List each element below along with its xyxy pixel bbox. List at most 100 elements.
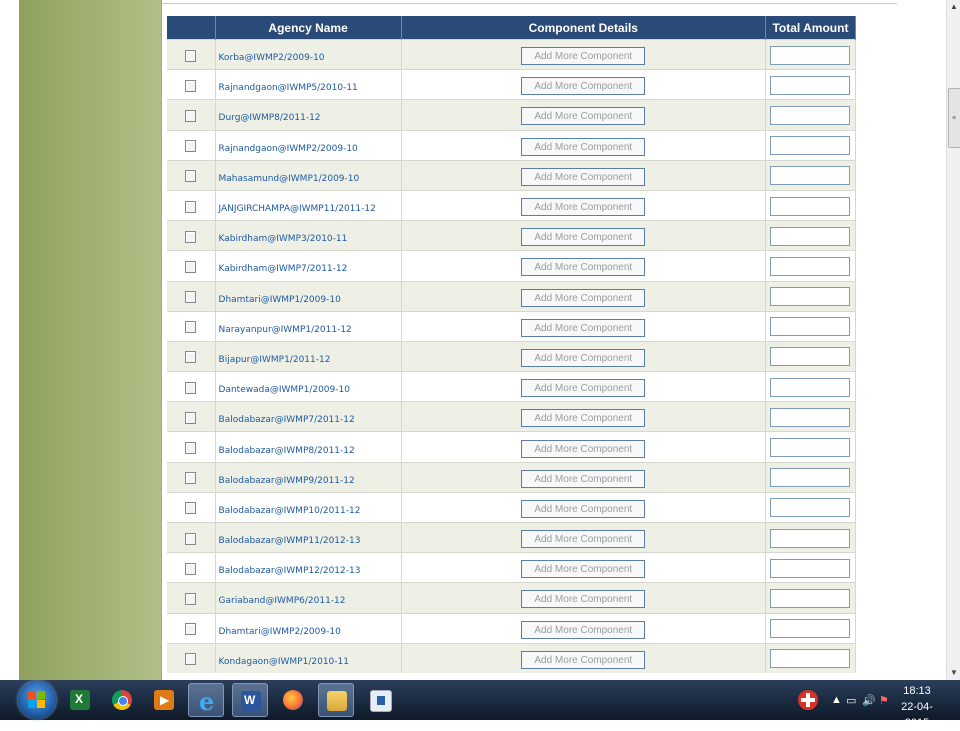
agency-name-link[interactable]: Dhamtari@IWMP2/2009-10 bbox=[216, 627, 341, 637]
add-more-component-button[interactable]: Add More Component bbox=[521, 590, 646, 609]
word-icon[interactable]: W bbox=[232, 683, 268, 717]
add-more-component-button[interactable]: Add More Component bbox=[521, 650, 646, 669]
add-more-component-button[interactable]: Add More Component bbox=[521, 439, 646, 458]
total-amount-input[interactable] bbox=[770, 498, 851, 518]
add-more-component-button[interactable]: Add More Component bbox=[521, 228, 646, 247]
row-checkbox[interactable] bbox=[185, 49, 197, 62]
total-amount-input[interactable] bbox=[770, 256, 851, 276]
total-amount-input[interactable] bbox=[770, 649, 851, 669]
row-checkbox[interactable] bbox=[185, 351, 197, 364]
row-checkbox[interactable] bbox=[185, 592, 197, 605]
add-more-component-button[interactable]: Add More Component bbox=[521, 198, 646, 217]
app-icon[interactable] bbox=[362, 683, 398, 717]
row-checkbox[interactable] bbox=[185, 411, 197, 424]
agency-name-link[interactable]: Balodabazar@IWMP9/2011-12 bbox=[216, 476, 355, 486]
row-checkbox[interactable] bbox=[185, 653, 197, 666]
total-amount-input[interactable] bbox=[770, 196, 851, 216]
agency-name-link[interactable]: Bijapur@IWMP1/2011-12 bbox=[216, 355, 331, 365]
add-more-component-button[interactable]: Add More Component bbox=[521, 409, 646, 428]
add-more-component-button[interactable]: Add More Component bbox=[521, 47, 646, 66]
row-checkbox[interactable] bbox=[185, 140, 197, 153]
total-amount-input[interactable] bbox=[770, 558, 851, 578]
total-amount-input[interactable] bbox=[770, 75, 851, 95]
start-button[interactable] bbox=[18, 681, 56, 719]
agency-name-link[interactable]: Rajnandgaon@IWMP5/2010-11 bbox=[216, 83, 358, 93]
row-checkbox[interactable] bbox=[185, 200, 197, 213]
internet-explorer-icon[interactable]: e bbox=[188, 683, 224, 717]
agency-name-link[interactable]: Balodabazar@IWMP7/2011-12 bbox=[216, 415, 355, 425]
action-center-flag-icon[interactable]: ⚑ bbox=[879, 694, 889, 707]
agency-name-link[interactable]: Narayanpur@IWMP1/2011-12 bbox=[216, 325, 352, 335]
total-amount-input[interactable] bbox=[770, 528, 851, 548]
add-more-component-button[interactable]: Add More Component bbox=[521, 379, 646, 398]
total-amount-input[interactable] bbox=[770, 619, 851, 639]
scrollbar-thumb[interactable]: ≡ bbox=[948, 88, 960, 148]
row-checkbox[interactable] bbox=[185, 532, 197, 545]
row-checkbox[interactable] bbox=[185, 562, 197, 575]
agency-name-link[interactable]: Balodabazar@IWMP11/2012-13 bbox=[216, 536, 361, 546]
agency-name-link[interactable]: Dantewada@IWMP1/2009-10 bbox=[216, 385, 350, 395]
total-amount-input[interactable] bbox=[770, 166, 851, 186]
agency-name-link[interactable]: Kabirdham@IWMP3/2010-11 bbox=[216, 234, 348, 244]
row-checkbox[interactable] bbox=[185, 442, 197, 455]
system-clock[interactable]: 18:13 22-04-2015 bbox=[892, 683, 942, 731]
show-hidden-icons-icon[interactable]: ▲ bbox=[831, 694, 842, 706]
excel-icon[interactable]: X bbox=[62, 683, 98, 717]
total-amount-input[interactable] bbox=[770, 226, 851, 246]
add-more-component-button[interactable]: Add More Component bbox=[521, 560, 646, 579]
agency-name-link[interactable]: JANJGIRCHAMPA@IWMP11/2011-12 bbox=[216, 204, 376, 214]
volume-icon[interactable]: 🔊 bbox=[862, 694, 876, 707]
total-amount-input[interactable] bbox=[770, 287, 851, 307]
row-checkbox[interactable] bbox=[185, 291, 197, 304]
row-checkbox[interactable] bbox=[185, 472, 197, 485]
total-amount-input[interactable] bbox=[770, 45, 851, 65]
agency-name-link[interactable]: Balodabazar@IWMP8/2011-12 bbox=[216, 446, 355, 456]
agency-name-link[interactable]: Kabirdham@IWMP7/2011-12 bbox=[216, 264, 348, 274]
add-more-component-button[interactable]: Add More Component bbox=[521, 167, 646, 186]
row-checkbox[interactable] bbox=[185, 109, 197, 122]
agency-name-link[interactable]: Mahasamund@IWMP1/2009-10 bbox=[216, 174, 360, 184]
scroll-up-arrow-icon[interactable]: ▲ bbox=[947, 0, 960, 14]
add-more-component-button[interactable]: Add More Component bbox=[521, 288, 646, 307]
add-more-component-button[interactable]: Add More Component bbox=[521, 107, 646, 126]
media-player-icon[interactable]: ▶ bbox=[146, 683, 182, 717]
row-checkbox[interactable] bbox=[185, 623, 197, 636]
row-checkbox[interactable] bbox=[185, 381, 197, 394]
row-checkbox[interactable] bbox=[185, 260, 197, 273]
row-checkbox[interactable] bbox=[185, 170, 197, 183]
total-amount-input[interactable] bbox=[770, 105, 851, 125]
agency-name-link[interactable]: Dhamtari@IWMP1/2009-10 bbox=[216, 295, 341, 305]
add-more-component-button[interactable]: Add More Component bbox=[521, 499, 646, 518]
total-amount-input[interactable] bbox=[770, 468, 851, 488]
firefox-icon[interactable] bbox=[275, 683, 311, 717]
agency-name-link[interactable]: Korba@IWMP2/2009-10 bbox=[216, 53, 325, 63]
agency-name-link[interactable]: Balodabazar@IWMP10/2011-12 bbox=[216, 506, 361, 516]
add-more-component-button[interactable]: Add More Component bbox=[521, 318, 646, 337]
add-more-component-button[interactable]: Add More Component bbox=[521, 258, 646, 277]
agency-name-link[interactable]: Rajnandgaon@IWMP2/2009-10 bbox=[216, 144, 358, 154]
vertical-scrollbar[interactable]: ▲ ≡ ▼ bbox=[946, 0, 960, 680]
total-amount-input[interactable] bbox=[770, 347, 851, 367]
add-more-component-button[interactable]: Add More Component bbox=[521, 77, 646, 96]
file-explorer-icon[interactable] bbox=[318, 683, 354, 717]
total-amount-input[interactable] bbox=[770, 377, 851, 397]
add-more-component-button[interactable]: Add More Component bbox=[521, 348, 646, 367]
total-amount-input[interactable] bbox=[770, 136, 851, 156]
row-checkbox[interactable] bbox=[185, 230, 197, 243]
total-amount-input[interactable] bbox=[770, 407, 851, 427]
add-more-component-button[interactable]: Add More Component bbox=[521, 469, 646, 488]
add-more-component-button[interactable]: Add More Component bbox=[521, 137, 646, 156]
row-checkbox[interactable] bbox=[185, 502, 197, 515]
agency-name-link[interactable]: Balodabazar@IWMP12/2012-13 bbox=[216, 566, 361, 576]
notification-app-icon[interactable] bbox=[790, 683, 826, 717]
row-checkbox[interactable] bbox=[185, 321, 197, 334]
total-amount-input[interactable] bbox=[770, 438, 851, 458]
scroll-down-arrow-icon[interactable]: ▼ bbox=[947, 666, 960, 680]
total-amount-input[interactable] bbox=[770, 588, 851, 608]
agency-name-link[interactable]: Durg@IWMP8/2011-12 bbox=[216, 113, 321, 123]
add-more-component-button[interactable]: Add More Component bbox=[521, 530, 646, 549]
row-checkbox[interactable] bbox=[185, 79, 197, 92]
add-more-component-button[interactable]: Add More Component bbox=[521, 620, 646, 639]
network-icon[interactable]: ▭ bbox=[846, 694, 856, 707]
agency-name-link[interactable]: Kondagaon@IWMP1/2010-11 bbox=[216, 657, 349, 667]
